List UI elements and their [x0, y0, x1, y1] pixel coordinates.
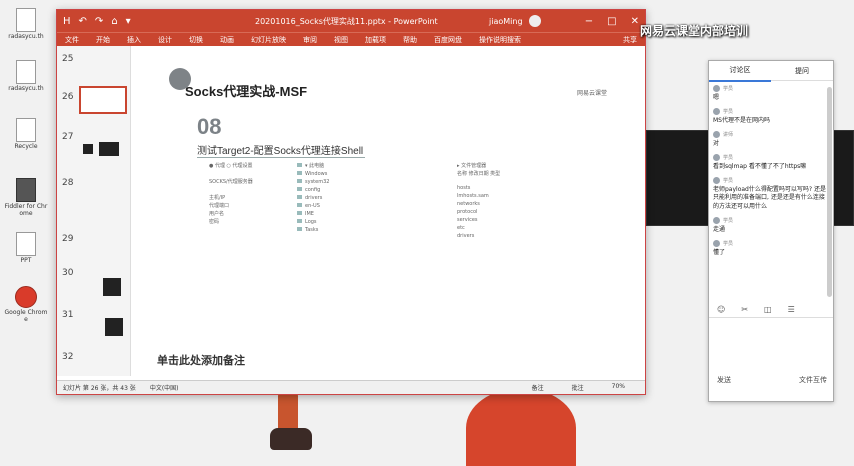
list-item: 学员 走通: [713, 216, 734, 233]
tab-home[interactable]: 开始: [96, 35, 110, 45]
slide-subtitle: 测试Target2-配置Socks代理连接Shell: [197, 146, 364, 157]
notes-placeholder[interactable]: 单击此处添加备注: [157, 352, 245, 368]
customize-icon[interactable]: ▾: [126, 16, 131, 27]
user-name[interactable]: jiaoMing: [489, 17, 523, 26]
avatar: [713, 239, 720, 247]
comments-button[interactable]: 批注: [572, 383, 584, 392]
list-item: 学员 嗯: [713, 85, 734, 101]
slide-brand: 网易云课堂: [577, 90, 608, 97]
wallpaper-figure-body: [466, 388, 576, 466]
quick-access-toolbar: H ↶ ↷ ⌂ ▾: [63, 16, 131, 27]
home-icon[interactable]: ⌂: [111, 16, 117, 27]
list-item: 学员 懂了: [713, 239, 734, 256]
wallpaper-figure-shoe: [270, 428, 312, 450]
minimize-button[interactable]: −: [585, 16, 593, 27]
chat-toolbar: ☺ ✂ ◫ ☰: [717, 305, 795, 314]
avatar: [713, 108, 720, 116]
desktop-icon-file-1[interactable]: radasycu.th: [4, 8, 48, 41]
tab-baidu[interactable]: 百度网盘: [434, 35, 462, 45]
chat-scrollbar[interactable]: [827, 87, 832, 297]
file-list-screenshot: ▸ 文件管理器 名称 修改日期 类型 hosts lmhosts.sam net…: [457, 163, 501, 239]
slide-thumbnail-selected[interactable]: [79, 86, 127, 114]
desktop-icon-chrome[interactable]: Google Chrome: [4, 286, 48, 323]
file-icon: [16, 232, 36, 256]
tab-transitions[interactable]: 切换: [189, 35, 203, 45]
menu-icon[interactable]: ☰: [788, 305, 795, 314]
file-icon: [16, 8, 36, 32]
slide-canvas[interactable]: Socks代理实战-MSF 网易云课堂 08 测试Target2-配置Socks…: [141, 50, 631, 350]
section-number: 08: [197, 114, 222, 139]
slide-heading: Socks代理实战-MSF: [185, 84, 308, 99]
avatar: [713, 154, 720, 162]
list-item: 讲师 对: [713, 131, 734, 148]
slide-thumbnail-panel[interactable]: 25 26 27 28 29 30 31 32: [57, 46, 131, 376]
language-indicator[interactable]: 中文(中国): [150, 383, 179, 392]
send-button[interactable]: 发送: [717, 375, 731, 385]
status-bar: 幻灯片 第 26 张，共 43 张 中文(中国) 备注 批注 70%: [57, 380, 645, 394]
powerpoint-window[interactable]: H ↶ ↷ ⌂ ▾ 20201016_Socks代理实战11.pptx - Po…: [56, 9, 646, 395]
chrome-icon: [15, 286, 37, 308]
tab-slideshow[interactable]: 幻灯片放映: [251, 35, 286, 45]
tab-help[interactable]: 帮助: [403, 35, 417, 45]
chat-tabs: 讨论区 提问: [709, 61, 833, 82]
title-bar[interactable]: H ↶ ↷ ⌂ ▾ 20201016_Socks代理实战11.pptx - Po…: [57, 10, 645, 32]
tab-file[interactable]: 文件: [65, 35, 79, 45]
tab-design[interactable]: 设计: [158, 35, 172, 45]
avatar: [713, 85, 720, 92]
desktop-icon-fiddler[interactable]: Fiddler for Chrome: [4, 178, 48, 217]
watermark-overlay: 网易云课堂内部培训: [640, 24, 749, 38]
avatar: [713, 131, 720, 139]
share-button[interactable]: 共享: [623, 35, 637, 45]
undo-icon[interactable]: ↶: [79, 16, 87, 27]
subtitle-underline: [197, 157, 365, 158]
tab-discussion[interactable]: 讨论区: [709, 61, 771, 82]
slide-counter: 幻灯片 第 26 张，共 43 张: [63, 385, 136, 392]
maximize-button[interactable]: □: [607, 16, 616, 27]
desktop-icon-file-2[interactable]: radasycu.th: [4, 60, 48, 93]
notes-button[interactable]: 备注: [532, 383, 544, 392]
avatar: [713, 216, 720, 224]
recycle-bin-icon: [16, 118, 36, 142]
avatar: [713, 177, 720, 185]
desktop-icon-ppt[interactable]: PPT: [4, 232, 48, 265]
chat-panel[interactable]: 讨论区 提问 学员 嗯 学员 MS代理不是在网内吗 讲师 对 学员 看到sqlm…: [708, 60, 834, 402]
tab-insert[interactable]: 插入: [127, 35, 141, 45]
list-item: 学员 看到sqlmap 看不懂了不了https嘛: [713, 154, 807, 171]
tab-review[interactable]: 审阅: [303, 35, 317, 45]
tell-me-search[interactable]: 操作说明搜索: [479, 35, 521, 45]
file-icon: [16, 60, 36, 84]
file-transfer-link[interactable]: 文件互传: [799, 375, 827, 385]
tab-view[interactable]: 视图: [334, 35, 348, 45]
message-list[interactable]: 学员 嗯 学员 MS代理不是在网内吗 讲师 对 学员 看到sqlmap 看不懂了…: [709, 85, 827, 263]
tab-animations[interactable]: 动画: [220, 35, 234, 45]
chat-input[interactable]: 发送 文件互传: [709, 317, 833, 387]
tab-addins[interactable]: 加载项: [365, 35, 386, 45]
emoji-icon[interactable]: ☺: [717, 305, 725, 314]
screenshot-icon[interactable]: ✂: [741, 305, 748, 314]
desktop-icon-recycle[interactable]: Recycle: [4, 118, 48, 151]
close-button[interactable]: ✕: [631, 16, 639, 27]
ribbon-tabs: 文件 开始 插入 设计 切换 动画 幻灯片放映 审阅 视图 加载项 帮助 百度网…: [57, 32, 645, 46]
zoom-level[interactable]: 70%: [612, 383, 625, 392]
folder-tree-screenshot: ▾ 此电脑 Windows system32 config drivers en…: [297, 162, 383, 292]
redo-icon[interactable]: ↷: [95, 16, 103, 27]
list-item: 学员 老师payload什么得配置吗可以写吗? 还是只能利用的准备端口, 还是还…: [713, 177, 826, 210]
avatar[interactable]: [529, 15, 541, 27]
image-icon[interactable]: ◫: [764, 305, 772, 314]
fiddler-icon: [16, 178, 36, 202]
save-icon[interactable]: H: [63, 16, 71, 27]
list-item: 学员 MS代理不是在网内吗: [713, 108, 770, 125]
wallpaper-figure-legs: [278, 392, 298, 432]
tab-questions[interactable]: 提问: [771, 61, 833, 81]
document-title: 20201016_Socks代理实战11.pptx - PowerPoint: [255, 16, 438, 26]
